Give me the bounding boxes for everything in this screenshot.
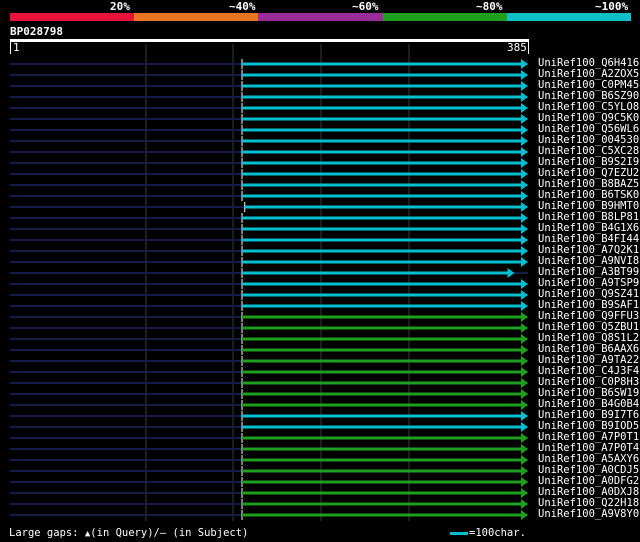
hit-alignment-bar[interactable] — [242, 271, 509, 275]
hit-arrow-icon — [521, 246, 528, 256]
hit-alignment-bar[interactable] — [242, 73, 523, 77]
hit-alignment-bar[interactable] — [242, 447, 523, 451]
hit-arrow-icon — [521, 92, 528, 102]
hit-alignment-bar[interactable] — [242, 381, 523, 385]
hit-alignment-bar[interactable] — [242, 227, 523, 231]
hit-arrow-icon — [521, 180, 528, 190]
hit-arrow-icon — [521, 444, 528, 454]
scale-legend-label: =100char. — [469, 527, 526, 539]
hit-arrow-icon — [521, 455, 528, 465]
hit-arrow-icon — [521, 125, 528, 135]
hit-alignment-bar[interactable] — [242, 315, 523, 319]
hit-alignment-bar[interactable] — [242, 337, 523, 341]
hit-arrow-icon — [521, 499, 528, 509]
hit-arrow-icon — [521, 136, 528, 146]
hit-alignment-bar[interactable] — [242, 436, 523, 440]
hit-alignment-bar[interactable] — [242, 348, 523, 352]
hit-alignment-bar[interactable] — [242, 469, 523, 473]
hit-arrow-icon — [521, 103, 528, 113]
hit-alignment-bar[interactable] — [242, 216, 523, 220]
hit-alignment-bar[interactable] — [242, 513, 523, 517]
hit-alignment-bar[interactable] — [242, 491, 523, 495]
hit-arrow-icon — [521, 378, 528, 388]
hit-arrow-icon — [521, 466, 528, 476]
in-subject-label: (in Subject) — [166, 527, 249, 539]
large-gaps-label: Large gaps: — [9, 527, 79, 539]
hit-alignment-bar[interactable] — [242, 359, 523, 363]
hit-arrow-icon — [521, 334, 528, 344]
scale-bar-icon — [450, 531, 468, 535]
hit-alignment-bar[interactable] — [242, 249, 523, 253]
hit-alignment-bar[interactable] — [242, 326, 523, 330]
hit-alignment-bar[interactable] — [242, 425, 523, 429]
hit-alignment-bar[interactable] — [244, 205, 522, 209]
hit-alignment-bar[interactable] — [242, 150, 523, 154]
hit-arrow-icon — [521, 70, 528, 80]
hit-arrow-icon — [521, 202, 528, 212]
hit-arrow-icon — [521, 356, 528, 366]
hit-arrow-icon — [521, 147, 528, 157]
hit-arrow-icon — [521, 279, 528, 289]
hit-arrow-icon — [521, 114, 528, 124]
hit-arrow-icon — [521, 345, 528, 355]
hit-arrow-icon — [521, 400, 528, 410]
hit-alignment-bar[interactable] — [242, 95, 523, 99]
hit-arrow-icon — [521, 191, 528, 201]
hit-alignment-bar[interactable] — [242, 414, 523, 418]
hit-arrow-icon — [521, 81, 528, 91]
hit-alignment-bar[interactable] — [242, 183, 523, 187]
hit-arrow-icon — [521, 367, 528, 377]
hit-alignment-bar[interactable] — [242, 304, 523, 308]
hit-alignment-bar[interactable] — [242, 480, 523, 484]
hit-arrow-icon — [521, 59, 528, 69]
hit-alignment-bar[interactable] — [242, 194, 523, 198]
hit-arrow-icon — [521, 433, 528, 443]
hit-alignment-bar[interactable] — [242, 238, 523, 242]
hit-arrow-icon — [521, 235, 528, 245]
hit-arrow-icon — [521, 477, 528, 487]
hit-arrow-icon — [521, 323, 528, 333]
hit-arrow-icon — [521, 312, 528, 322]
hit-arrow-icon — [521, 422, 528, 432]
hit-alignment-bar[interactable] — [242, 282, 523, 286]
hit-arrow-icon — [521, 257, 528, 267]
in-query-label: (in Query)/ — [90, 527, 160, 539]
large-gaps-legend: Large gaps: ▲(in Query)/– (in Subject) — [9, 527, 248, 541]
hit-alignment-bar[interactable] — [242, 260, 523, 264]
hit-arrow-icon — [521, 411, 528, 421]
hit-alignment-bar[interactable] — [242, 106, 523, 110]
hit-id-link[interactable]: UniRef100_A9V8Y0 — [538, 509, 639, 520]
hit-alignment-bar[interactable] — [242, 117, 523, 121]
hit-alignment-bar[interactable] — [242, 392, 523, 396]
scale-legend: =100char. — [450, 527, 526, 540]
hit-arrow-icon — [521, 389, 528, 399]
hit-alignment-bar[interactable] — [242, 458, 523, 462]
hit-arrow-icon — [521, 290, 528, 300]
hit-alignment-bar[interactable] — [242, 84, 523, 88]
hit-arrow-icon — [521, 213, 528, 223]
hit-arrow-icon — [521, 224, 528, 234]
hit-alignment-bar[interactable] — [242, 161, 523, 165]
hit-alignment-bar[interactable] — [242, 293, 523, 297]
hit-arrow-icon — [521, 510, 528, 520]
hit-alignment-bar[interactable] — [242, 128, 523, 132]
hit-alignment-bar[interactable] — [242, 370, 523, 374]
hit-arrow-icon — [521, 488, 528, 498]
hit-arrow-icon — [521, 158, 528, 168]
hit-arrow-icon — [507, 268, 515, 278]
hit-arrow-icon — [521, 301, 528, 311]
hit-alignment-bar[interactable] — [242, 172, 523, 176]
hit-alignment-bar[interactable] — [242, 139, 523, 143]
hit-alignment-bar[interactable] — [242, 62, 523, 66]
hit-arrow-icon — [521, 169, 528, 179]
hit-alignment-bar[interactable] — [242, 403, 523, 407]
hit-alignment-bar[interactable] — [242, 502, 523, 506]
